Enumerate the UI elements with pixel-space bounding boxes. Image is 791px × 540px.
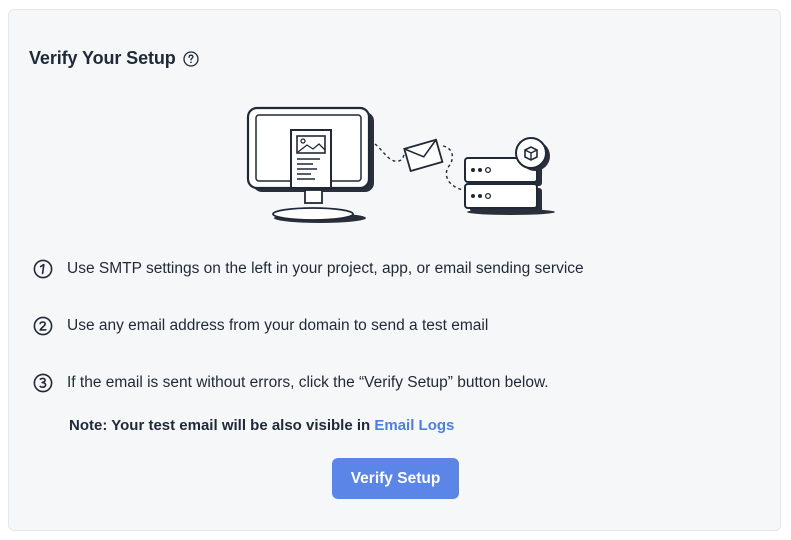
verify-setup-card: Verify Your Setup Use SMTP settings on t…	[8, 9, 781, 531]
note-text: Note: Your test email will be also visib…	[69, 417, 454, 434]
monitor-icon	[246, 106, 374, 223]
step-3: If the email is sent without errors, cli…	[33, 373, 549, 393]
step-text: Use any email address from your domain t…	[67, 317, 489, 334]
step-1: Use SMTP settings on the left in your pr…	[33, 259, 584, 279]
step-text: Use SMTP settings on the left in your pr…	[67, 260, 584, 277]
step-text: If the email is sent without errors, cli…	[67, 374, 549, 391]
step-2: Use any email address from your domain t…	[33, 316, 488, 336]
note-prefix: Note: Your test email will be also visib…	[69, 417, 375, 434]
card-title: Verify Your Setup	[29, 48, 176, 68]
step-number-3-icon	[33, 373, 53, 393]
email-logs-link[interactable]: Email Logs	[374, 417, 454, 434]
setup-illustration	[245, 106, 565, 231]
step-number-1-icon	[33, 259, 53, 279]
envelope-icon	[403, 138, 444, 173]
card-header: Verify Your Setup	[29, 48, 199, 69]
verify-setup-button[interactable]: Verify Setup	[332, 458, 459, 499]
step-number-2-icon	[33, 316, 53, 336]
server-icon	[464, 137, 555, 215]
help-icon[interactable]	[183, 50, 199, 67]
